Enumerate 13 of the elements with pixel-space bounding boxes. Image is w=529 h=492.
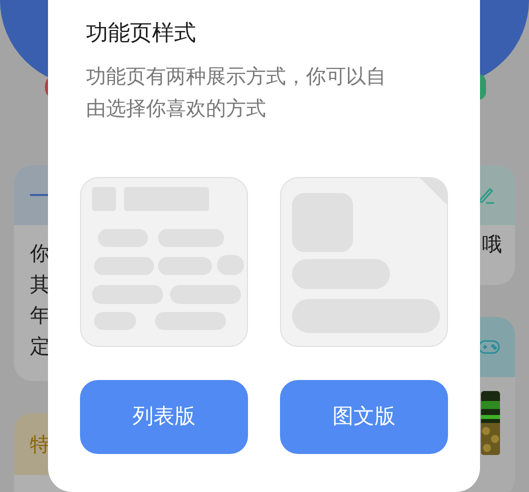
text-line: 哦: [482, 231, 503, 258]
text-line: 年: [30, 302, 51, 329]
dash-icon: [30, 193, 48, 197]
gamepad-icon: [478, 339, 500, 355]
text-line: 你: [30, 240, 51, 267]
layout-option-button[interactable]: 图文版: [280, 380, 448, 454]
text-line: 定: [30, 333, 51, 360]
text-line: 其: [30, 271, 51, 298]
dialog-title: 功能页样式: [86, 20, 197, 48]
card-label: 特: [30, 431, 50, 458]
layout-option-button[interactable]: 列表版: [80, 380, 248, 454]
dialog-description: 功能页有两种展示方式，你可以自由选择你喜欢的方式: [86, 63, 387, 122]
pen-icon: [477, 186, 495, 204]
